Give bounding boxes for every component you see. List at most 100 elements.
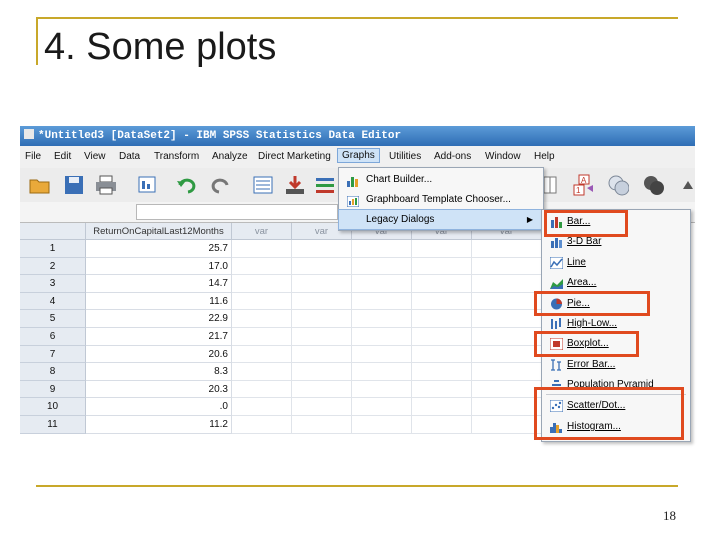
undo-icon[interactable] [176, 174, 198, 196]
empty-cell[interactable] [352, 292, 412, 311]
empty-cell[interactable] [352, 275, 412, 293]
row-number[interactable]: 9 [20, 380, 86, 399]
empty-cell[interactable] [292, 398, 352, 416]
empty-cell[interactable] [412, 310, 472, 328]
row-number[interactable]: 5 [20, 310, 86, 328]
empty-cell[interactable] [472, 310, 542, 328]
menu-window[interactable]: Window [485, 151, 521, 162]
data-cell[interactable]: 11.2 [86, 416, 232, 434]
data-cell[interactable]: .0 [86, 398, 232, 416]
menu-graphs[interactable]: Graphs [337, 148, 380, 163]
empty-cell[interactable] [472, 398, 542, 416]
row-number[interactable]: 11 [20, 416, 86, 434]
empty-cell[interactable] [292, 345, 352, 364]
row-number[interactable]: 6 [20, 328, 86, 346]
row-number[interactable]: 7 [20, 345, 86, 364]
column-header[interactable]: ReturnOnCapitalLast12Months [86, 223, 232, 240]
row-number[interactable]: 2 [20, 257, 86, 276]
empty-cell[interactable] [472, 328, 542, 346]
print-icon[interactable] [95, 174, 117, 196]
row-number[interactable]: 3 [20, 275, 86, 293]
menu-item-graphboard-template[interactable]: Graphboard Template Chooser... [339, 190, 543, 210]
menu-data[interactable]: Data [119, 151, 140, 162]
use-sets-icon[interactable] [642, 174, 664, 196]
data-cell[interactable]: 21.7 [86, 328, 232, 346]
empty-cell[interactable] [232, 416, 292, 434]
empty-cell[interactable] [292, 310, 352, 328]
data-cell[interactable]: 17.0 [86, 257, 232, 276]
menu-transform[interactable]: Transform [154, 151, 199, 162]
empty-cell[interactable] [352, 380, 412, 399]
empty-cell[interactable] [352, 328, 412, 346]
menu-add-ons[interactable]: Add-ons [434, 151, 471, 162]
empty-cell[interactable] [412, 240, 472, 258]
empty-cell[interactable] [232, 292, 292, 311]
empty-cell[interactable] [472, 275, 542, 293]
empty-cell[interactable] [292, 257, 352, 276]
menu-help[interactable]: Help [534, 151, 555, 162]
dialog-recall-icon[interactable] [137, 174, 159, 196]
open-folder-icon[interactable] [29, 174, 51, 196]
empty-cell[interactable] [352, 416, 412, 434]
cell-value-field[interactable] [136, 204, 338, 220]
empty-cell[interactable] [232, 363, 292, 381]
window-titlebar[interactable]: *Untitled3 [DataSet2] - IBM SPSS Statist… [20, 126, 695, 146]
data-cell[interactable]: 20.6 [86, 345, 232, 364]
empty-cell[interactable] [232, 257, 292, 276]
empty-cell[interactable] [292, 240, 352, 258]
empty-cell[interactable] [472, 416, 542, 434]
weight-cases-icon[interactable]: A1 [573, 174, 595, 196]
empty-cell[interactable] [412, 275, 472, 293]
row-number[interactable]: 8 [20, 363, 86, 381]
empty-cell[interactable] [232, 345, 292, 364]
empty-cell[interactable] [412, 257, 472, 276]
value-labels-icon[interactable] [607, 174, 629, 196]
menu-analyze[interactable]: Analyze [212, 151, 248, 162]
variables-icon[interactable] [314, 174, 336, 196]
column-header[interactable]: var [232, 223, 292, 240]
menu-item-error-bar[interactable]: Error Bar... [542, 355, 690, 375]
empty-cell[interactable] [232, 380, 292, 399]
menu-item-line[interactable]: Line [542, 253, 690, 273]
save-icon[interactable] [63, 174, 85, 196]
empty-cell[interactable] [412, 398, 472, 416]
empty-cell[interactable] [292, 328, 352, 346]
goto-variable-icon[interactable] [284, 174, 306, 196]
empty-cell[interactable] [412, 292, 472, 311]
empty-cell[interactable] [352, 363, 412, 381]
empty-cell[interactable] [292, 416, 352, 434]
empty-cell[interactable] [292, 363, 352, 381]
menu-item-area[interactable]: Area... [542, 273, 690, 293]
empty-cell[interactable] [472, 292, 542, 311]
data-cell[interactable]: 8.3 [86, 363, 232, 381]
menu-edit[interactable]: Edit [54, 151, 71, 162]
empty-cell[interactable] [352, 257, 412, 276]
menu-view[interactable]: View [84, 151, 106, 162]
empty-cell[interactable] [232, 328, 292, 346]
empty-cell[interactable] [352, 345, 412, 364]
empty-cell[interactable] [472, 240, 542, 258]
menu-file[interactable]: File [25, 151, 41, 162]
empty-cell[interactable] [412, 416, 472, 434]
empty-cell[interactable] [352, 310, 412, 328]
empty-cell[interactable] [232, 275, 292, 293]
row-number[interactable]: 10 [20, 398, 86, 416]
empty-cell[interactable] [292, 275, 352, 293]
scripts-icon[interactable] [677, 174, 695, 196]
data-cell[interactable]: 11.6 [86, 292, 232, 311]
empty-cell[interactable] [472, 363, 542, 381]
data-cell[interactable]: 20.3 [86, 380, 232, 399]
empty-cell[interactable] [412, 345, 472, 364]
empty-cell[interactable] [412, 363, 472, 381]
empty-cell[interactable] [292, 380, 352, 399]
redo-icon[interactable] [209, 174, 231, 196]
empty-cell[interactable] [232, 310, 292, 328]
corner-header[interactable] [20, 223, 86, 240]
goto-case-icon[interactable] [252, 174, 274, 196]
empty-cell[interactable] [412, 380, 472, 399]
empty-cell[interactable] [352, 398, 412, 416]
empty-cell[interactable] [472, 345, 542, 364]
empty-cell[interactable] [352, 240, 412, 258]
row-number[interactable]: 1 [20, 240, 86, 258]
data-cell[interactable]: 14.7 [86, 275, 232, 293]
